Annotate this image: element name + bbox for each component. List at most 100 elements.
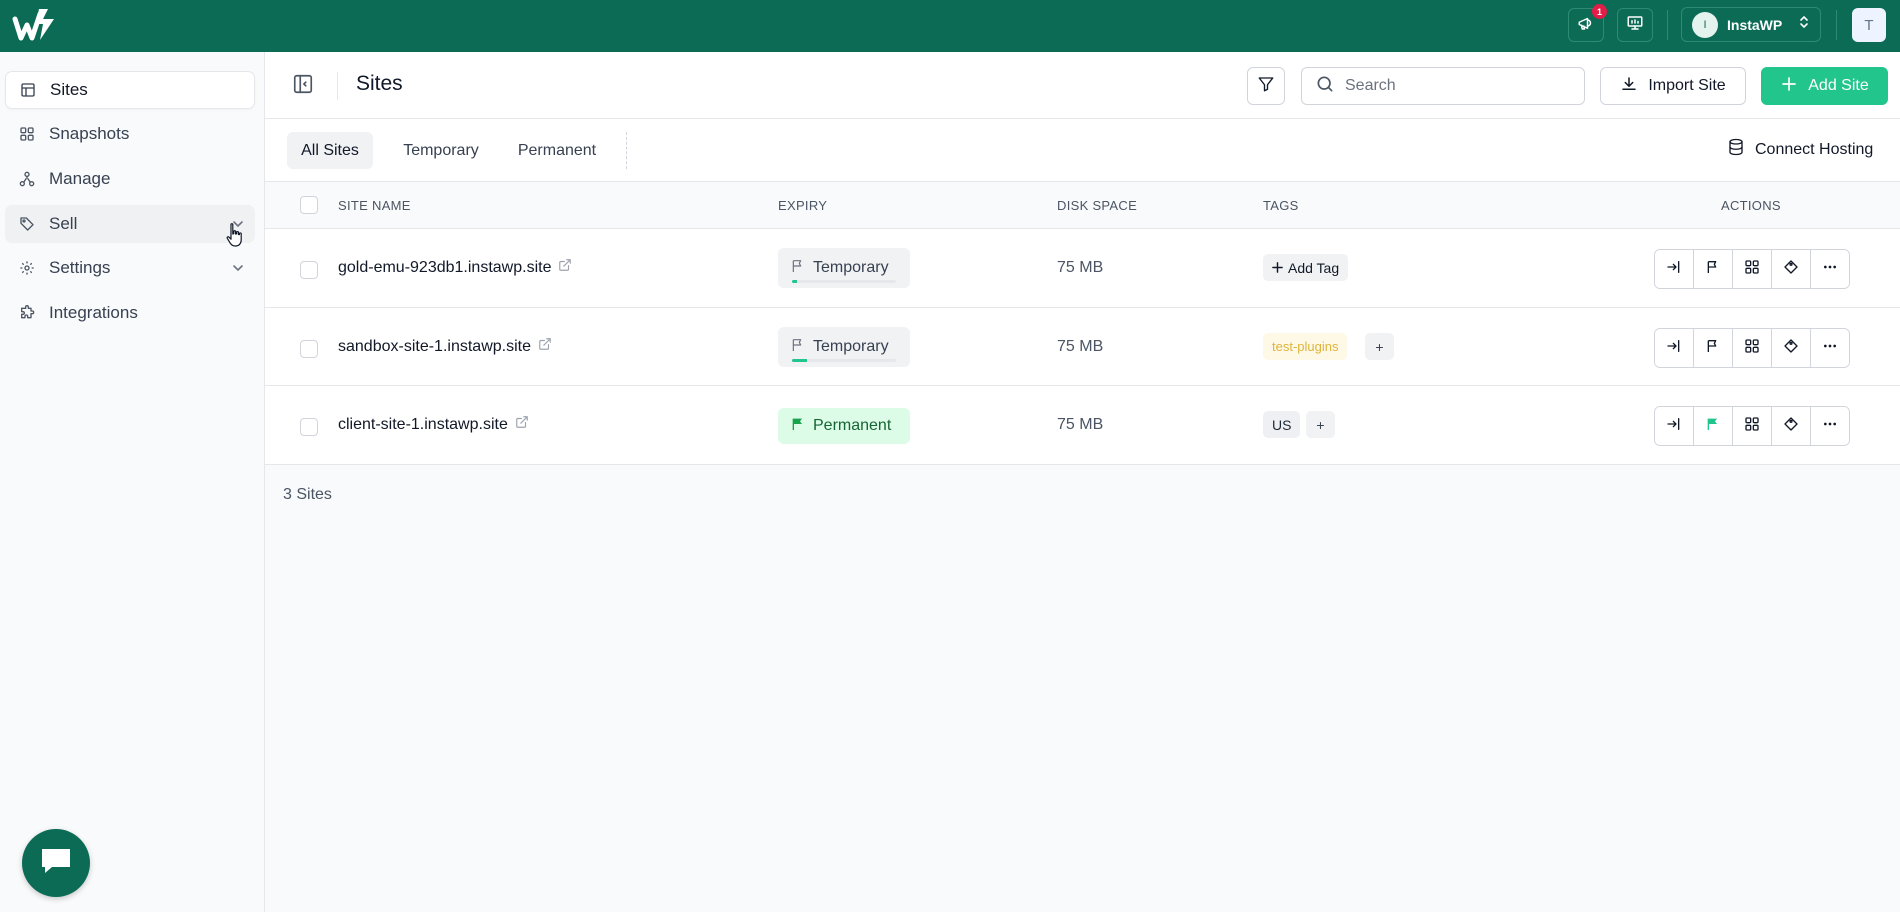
sites-table: SITE NAME EXPIRY DISK SPACE TAGS ACTIONS… [265,182,1900,465]
chevron-updown-icon [1798,15,1810,34]
expiry-badge[interactable]: Temporary [778,327,910,367]
flag-outline-icon [790,337,806,358]
main-content: Sites Import Site Add Site All Sit [265,52,1900,912]
apps-button[interactable] [1733,329,1772,367]
page-title: Sites [356,72,403,95]
sidebar-item-manage[interactable]: Manage [5,160,255,198]
flag-outline-icon [790,258,806,279]
sidebar-item-sell[interactable]: Sell [5,205,255,243]
row-checkbox[interactable] [300,418,318,436]
tab-temporary[interactable]: Temporary [386,132,496,169]
login-button[interactable] [1655,329,1694,367]
column-header-expiry: EXPIRY [778,198,828,213]
collapse-sidebar-button[interactable] [291,74,315,98]
make-permanent-button[interactable] [1694,329,1733,367]
row-checkbox[interactable] [300,340,318,358]
add-tag-button[interactable]: Add Tag [1263,254,1349,281]
login-button[interactable] [1655,407,1694,445]
tag-chip[interactable]: US [1263,411,1301,438]
column-header-site-name: SITE NAME [338,198,411,213]
search-field[interactable] [1301,67,1585,105]
make-permanent-button[interactable] [1694,250,1733,288]
more-options-button[interactable] [1811,407,1849,445]
presentation-icon [1626,14,1644,37]
divider [337,72,338,100]
connect-hosting-label: Connect Hosting [1755,140,1874,158]
sidebar-item-label: Sites [50,80,88,99]
column-header-tags: TAGS [1263,198,1299,213]
presentation-button[interactable] [1617,8,1653,42]
filter-button[interactable] [1247,67,1285,105]
network-icon [18,170,36,188]
top-bar: 1 I InstaWP T [0,0,1900,52]
add-tag-button[interactable]: + [1306,411,1335,438]
row-checkbox[interactable] [300,261,318,279]
grid-icon [18,125,36,143]
sidebar-item-settings[interactable]: Settings [5,249,255,287]
database-icon [1727,138,1745,161]
divider [626,132,627,169]
expiry-progress-bar [792,359,896,362]
page-header: Sites Import Site Add Site [265,52,1900,119]
sell-button[interactable] [1772,407,1811,445]
sidebar-item-label: Integrations [49,303,138,322]
import-site-label: Import Site [1648,77,1726,94]
puzzle-icon [18,304,36,322]
tab-permanent[interactable]: Permanent [504,132,610,169]
tag-icon [18,215,36,233]
more-options-button[interactable] [1811,329,1849,367]
site-link[interactable]: gold-emu-923db1.instawp.site [338,258,572,277]
chat-launcher-button[interactable] [22,829,90,897]
external-link-icon[interactable] [538,337,552,356]
external-link-icon[interactable] [558,258,572,277]
sidebar-item-label: Settings [49,258,111,277]
announcements-button[interactable]: 1 [1568,4,1607,42]
sell-button[interactable] [1772,250,1811,288]
row-actions [1654,249,1850,289]
add-tag-label: Add Tag [1288,259,1340,276]
external-link-icon[interactable] [515,415,529,434]
gear-icon [18,259,36,277]
megaphone-icon [1577,14,1595,37]
apps-button[interactable] [1733,407,1772,445]
add-site-button[interactable]: Add Site [1761,67,1888,105]
chevron-down-icon [231,260,245,280]
expiry-badge[interactable]: Permanent [778,408,910,444]
plus-icon [1272,260,1283,276]
grid-icon [1744,259,1760,280]
sidebar-item-sites[interactable]: Sites [5,71,255,109]
sites-count: 3 Sites [283,486,332,503]
notification-badge: 1 [1592,4,1607,19]
instawp-logo[interactable] [12,6,58,44]
add-tag-button[interactable]: + [1365,333,1394,360]
site-name: sandbox-site-1.instawp.site [338,337,531,355]
ellipsis-icon [1822,259,1838,280]
import-site-button[interactable]: Import Site [1600,67,1746,105]
more-options-button[interactable] [1811,250,1849,288]
apps-button[interactable] [1733,250,1772,288]
team-switcher[interactable]: I InstaWP [1681,7,1821,42]
sidebar-item-label: Snapshots [49,124,130,143]
sell-button[interactable] [1772,329,1811,367]
tag-chip[interactable]: test-plugins [1263,333,1348,360]
sidebar-item-integrations[interactable]: Integrations [5,294,255,332]
site-link[interactable]: sandbox-site-1.instawp.site [338,337,552,356]
sidebar-item-snapshots[interactable]: Snapshots [5,115,255,153]
table-row: sandbox-site-1.instawp.site Temporary 75… [265,308,1900,386]
login-icon [1666,338,1682,359]
search-input[interactable] [1345,77,1565,95]
login-button[interactable] [1655,250,1694,288]
row-actions [1654,328,1850,368]
site-link[interactable]: client-site-1.instawp.site [338,415,529,434]
connect-hosting-button[interactable]: Connect Hosting [1727,138,1873,161]
select-all-checkbox[interactable] [300,196,318,214]
tab-all-sites[interactable]: All Sites [287,132,373,169]
chat-icon [39,846,73,881]
user-avatar[interactable]: T [1852,8,1886,42]
filter-icon [1257,75,1275,98]
tag-icon [1783,259,1799,280]
team-avatar: I [1692,11,1718,38]
permanent-flag-button[interactable] [1694,407,1733,445]
expiry-badge[interactable]: Temporary [778,248,910,288]
login-icon [1666,416,1682,437]
